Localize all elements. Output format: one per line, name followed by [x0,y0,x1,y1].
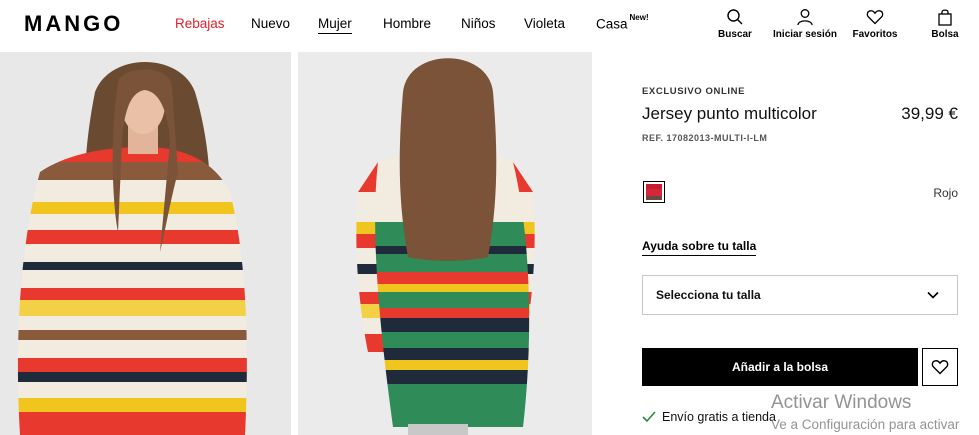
color-swatch-rojo[interactable] [643,181,665,203]
search-label: Buscar [718,29,752,40]
nav-item-casa[interactable]: Casa New! [596,13,649,32]
free-shipping-info: Envío gratis a tienda [642,410,776,424]
size-select-placeholder: Selecciona tu talla [656,288,761,302]
login-label: Iniciar sesión [773,29,837,40]
nav-item-hombre[interactable]: Hombre [383,16,431,31]
free-shipping-label: Envío gratis a tienda [662,410,776,424]
favorites-label: Favoritos [852,29,898,40]
check-icon [642,411,656,423]
product-image-front[interactable] [0,52,291,435]
new-badge: New! [629,13,649,22]
product-price: 39,99 € [901,104,958,123]
heart-icon [931,360,949,375]
user-icon [797,9,813,26]
chevron-down-icon [927,291,939,299]
search-icon [727,9,743,25]
watermark-subtitle: Ve a Configuración para activar [771,417,960,432]
model-front-illustration [0,52,291,435]
add-to-favorites-button[interactable] [922,348,958,386]
search-button[interactable]: Buscar [715,8,755,40]
nav-item-violeta[interactable]: Violeta [524,16,565,31]
size-select[interactable]: Selecciona tu talla [642,275,958,315]
add-to-bag-button[interactable]: Añadir a la bolsa [642,348,918,386]
size-help-link[interactable]: Ayuda sobre tu talla [642,239,757,256]
product-reference: REF. 17082013-MULTI-I-LM [642,133,768,143]
product-title: Jersey punto multicolor [642,104,817,123]
selected-color-name: Rojo [933,186,958,200]
windows-activation-watermark: Activar Windows Ve a Configuración para … [771,392,959,432]
watermark-title: Activar Windows [771,392,912,413]
nav-item-casa-label: Casa [596,16,628,32]
login-button[interactable]: Iniciar sesión [770,8,840,40]
bag-label: Bolsa [931,29,959,40]
model-back-illustration [298,52,592,435]
online-exclusive-label: EXCLUSIVO ONLINE [642,86,746,97]
nav-item-ninos[interactable]: Niños [461,16,496,31]
bag-icon [938,9,952,26]
mango-logo[interactable]: MANGO [24,11,123,37]
heart-icon [866,10,884,25]
nav-item-mujer[interactable]: Mujer [318,16,352,34]
color-swatch-fill [646,184,662,200]
nav-item-rebajas[interactable]: Rebajas [175,16,225,31]
favorites-button[interactable]: Favoritos [850,8,900,40]
product-image-back[interactable] [298,52,592,435]
site-header: MANGO Rebajas Nuevo Mujer Hombre Niños V… [0,0,979,50]
nav-item-nuevo[interactable]: Nuevo [251,16,290,31]
bag-button[interactable]: Bolsa [928,8,962,40]
